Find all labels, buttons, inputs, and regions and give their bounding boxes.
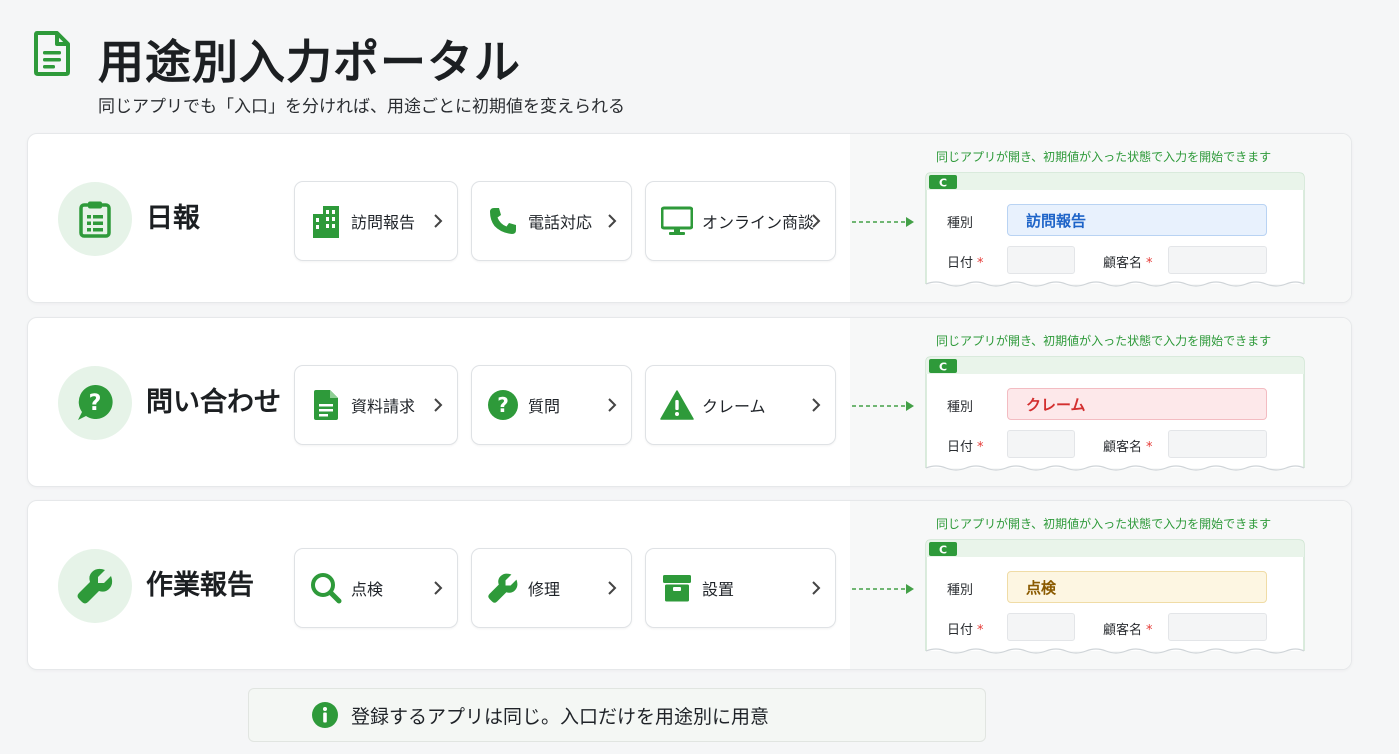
wrench-icon [58, 549, 132, 623]
question-icon: ? [486, 388, 520, 422]
dashed-arrow-icon [852, 217, 914, 227]
entry-label: 電話対応 [528, 213, 593, 232]
dashed-arrow-icon [852, 584, 914, 594]
entry-label: 訪問報告 [351, 213, 416, 232]
category-title: 作業報告 [146, 570, 254, 601]
phone-icon [486, 204, 520, 238]
footer-note-box: 登録するアプリは同じ。入口だけを用途別に用意 [248, 688, 986, 742]
entry-button-online-meeting[interactable]: オンライン商談 [645, 181, 836, 261]
preview-caption: 同じアプリが開き、初期値が入った状態で入力を開始できます [936, 517, 1272, 531]
category-card-inquiry: ? 問い合わせ 資料請求 ? 質問 クレーム 同じアプリが開き、初期値が入った状… [27, 317, 1352, 487]
entry-button-question[interactable]: ? 質問 [471, 365, 632, 445]
chevron-right-icon [812, 214, 821, 228]
type-field: 訪問報告 [1007, 204, 1267, 236]
required-mark: * [1146, 623, 1153, 638]
svg-text:C: C [939, 361, 947, 374]
footer-note: 登録するアプリは同じ。入口だけを用途別に用意 [351, 705, 770, 728]
preview-caption: 同じアプリが開き、初期値が入った状態で入力を開始できます [936, 150, 1272, 164]
customer-input [1168, 430, 1267, 458]
form-preview: C 種別 クレーム 日付 * 顧客名 * [925, 356, 1305, 478]
svg-text:?: ? [89, 391, 102, 416]
preview-caption: 同じアプリが開き、初期値が入った状態で入力を開始できます [936, 334, 1272, 348]
date-label: 日付 [947, 440, 974, 455]
category-title: 日報 [146, 203, 200, 234]
info-icon [312, 702, 338, 728]
chevron-right-icon [434, 214, 443, 228]
date-input [1007, 430, 1075, 458]
date-input [1007, 246, 1075, 274]
dashed-arrow-icon [852, 401, 914, 411]
category-card-daily-report: 日報 訪問報告 電話対応 オンライン商談 同じアプリが開き、初期値が入った状態で… [27, 133, 1352, 303]
type-field: クレーム [1007, 388, 1267, 420]
type-label: 種別 [947, 583, 974, 598]
entry-label: 修理 [528, 580, 561, 599]
warning-icon [660, 388, 694, 422]
required-mark: * [977, 440, 984, 455]
document-icon [34, 31, 70, 76]
category-card-work-report: 作業報告 点検 修理 設置 同じアプリが開き、初期値が入った状態で入力を開始でき… [27, 500, 1352, 670]
type-label: 種別 [947, 400, 974, 415]
required-mark: * [977, 623, 984, 638]
svg-text:C: C [939, 177, 947, 190]
page-title: 用途別入力ポータル [98, 35, 521, 89]
customer-label: 顧客名 [1103, 623, 1143, 638]
box-icon [660, 571, 694, 605]
chevron-right-icon [812, 581, 821, 595]
clipboard-icon [58, 182, 132, 256]
type-field: 点検 [1007, 571, 1267, 603]
customer-input [1168, 246, 1267, 274]
question-bubble-icon: ? [58, 366, 132, 440]
chevron-right-icon [608, 214, 617, 228]
building-icon [309, 204, 343, 238]
entry-label: 資料請求 [351, 397, 416, 416]
svg-text:C: C [939, 544, 947, 557]
required-mark: * [1146, 256, 1153, 271]
required-mark: * [1146, 440, 1153, 455]
category-title: 問い合わせ [146, 387, 281, 418]
entry-button-document-request[interactable]: 資料請求 [294, 365, 458, 445]
entry-button-repair[interactable]: 修理 [471, 548, 632, 628]
entry-button-inspection[interactable]: 点検 [294, 548, 458, 628]
form-preview: C 種別 訪問報告 日付 * 顧客名 * [925, 172, 1305, 294]
entry-label: 点検 [351, 580, 384, 599]
type-label: 種別 [947, 216, 974, 231]
entry-button-phone[interactable]: 電話対応 [471, 181, 632, 261]
chevron-right-icon [812, 398, 821, 412]
monitor-icon [660, 204, 694, 238]
date-input [1007, 613, 1075, 641]
chevron-right-icon [608, 581, 617, 595]
entry-button-installation[interactable]: 設置 [645, 548, 836, 628]
wrench-icon [486, 571, 520, 605]
chevron-right-icon [434, 581, 443, 595]
entry-button-complaint[interactable]: クレーム [645, 365, 836, 445]
svg-text:?: ? [497, 393, 509, 417]
page-subtitle: 同じアプリでも「入口」を分ければ、用途ごとに初期値を変えられる [98, 97, 625, 117]
chevron-right-icon [608, 398, 617, 412]
date-label: 日付 [947, 623, 974, 638]
entry-label: 質問 [528, 397, 561, 416]
date-label: 日付 [947, 256, 974, 271]
entry-button-visit-report[interactable]: 訪問報告 [294, 181, 458, 261]
customer-input [1168, 613, 1267, 641]
entry-label: クレーム [702, 397, 766, 416]
search-icon [309, 571, 343, 605]
document-icon [309, 388, 343, 422]
customer-label: 顧客名 [1103, 256, 1143, 271]
form-preview: C 種別 点検 日付 * 顧客名 * [925, 539, 1305, 661]
entry-label: オンライン商談 [702, 213, 815, 232]
entry-label: 設置 [702, 580, 735, 599]
chevron-right-icon [434, 398, 443, 412]
customer-label: 顧客名 [1103, 440, 1143, 455]
required-mark: * [977, 256, 984, 271]
